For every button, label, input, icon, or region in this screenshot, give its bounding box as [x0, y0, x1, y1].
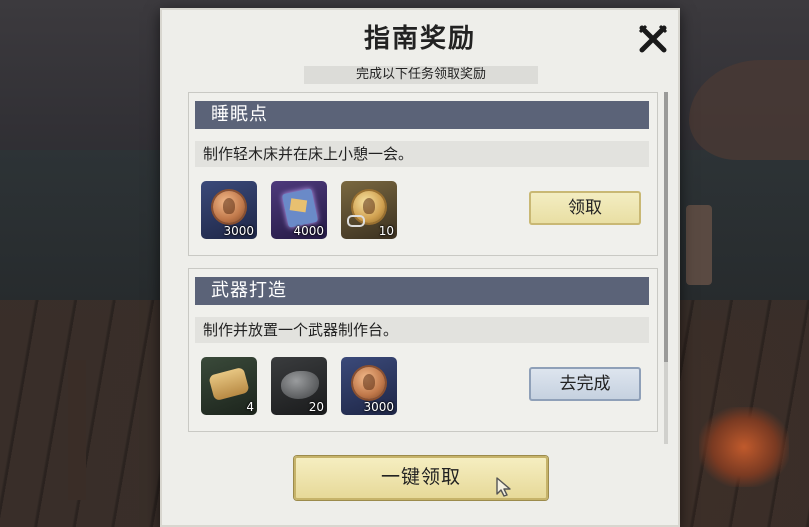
- reward-slot[interactable]: 4000: [271, 181, 327, 239]
- stone-icon: [281, 371, 319, 399]
- task-card-weapon-crafting: 武器打造 制作并放置一个武器制作台。 4 20 3000 去完成: [188, 268, 658, 432]
- background-post: [68, 360, 86, 500]
- go-complete-button[interactable]: 去完成: [529, 367, 641, 401]
- reward-amount: 3000: [223, 224, 254, 238]
- reward-amount: 20: [308, 400, 324, 414]
- task-title: 武器打造: [195, 277, 649, 305]
- link-icon: [347, 215, 365, 227]
- experience-book-icon: [281, 188, 319, 228]
- reward-amount: 4000: [293, 224, 324, 238]
- claim-all-button[interactable]: 一键领取: [294, 456, 548, 500]
- copper-coin-icon: [213, 191, 245, 223]
- claim-button[interactable]: 领取: [529, 191, 641, 225]
- dialog-subtitle: 完成以下任务领取奖励: [304, 66, 538, 84]
- background-campfire: [699, 407, 789, 487]
- copper-coin-icon: [353, 367, 385, 399]
- guide-rewards-dialog: 指南奖励 完成以下任务领取奖励 睡眠点 制作轻木床并在床上小憩一会。 3000 …: [160, 8, 680, 527]
- dialog-title: 指南奖励: [363, 24, 476, 54]
- task-title: 睡眠点: [195, 101, 649, 129]
- reward-amount: 10: [378, 224, 394, 238]
- reward-slot[interactable]: 3000: [341, 357, 397, 415]
- reward-amount: 4: [246, 400, 254, 414]
- task-description: 制作轻木床并在床上小憩一会。: [195, 141, 649, 167]
- scroll-material-icon: [208, 366, 250, 402]
- close-button[interactable]: [636, 22, 670, 56]
- task-list[interactable]: 睡眠点 制作轻木床并在床上小憩一会。 3000 4000 10 领取 武器打造 …: [188, 92, 658, 444]
- task-card-sleep-point: 睡眠点 制作轻木床并在床上小憩一会。 3000 4000 10 领取: [188, 92, 658, 256]
- reward-slot[interactable]: 3000: [201, 181, 257, 239]
- mouse-cursor-icon: [496, 477, 511, 497]
- reward-slot[interactable]: 4: [201, 357, 257, 415]
- close-icon: [638, 24, 668, 53]
- scrollbar-thumb[interactable]: [664, 92, 668, 362]
- reward-amount: 3000: [363, 400, 394, 414]
- reward-slot[interactable]: 20: [271, 357, 327, 415]
- scrollbar[interactable]: [664, 92, 668, 444]
- reward-slot[interactable]: 10: [341, 181, 397, 239]
- background-post: [686, 205, 712, 285]
- task-description: 制作并放置一个武器制作台。: [195, 317, 649, 343]
